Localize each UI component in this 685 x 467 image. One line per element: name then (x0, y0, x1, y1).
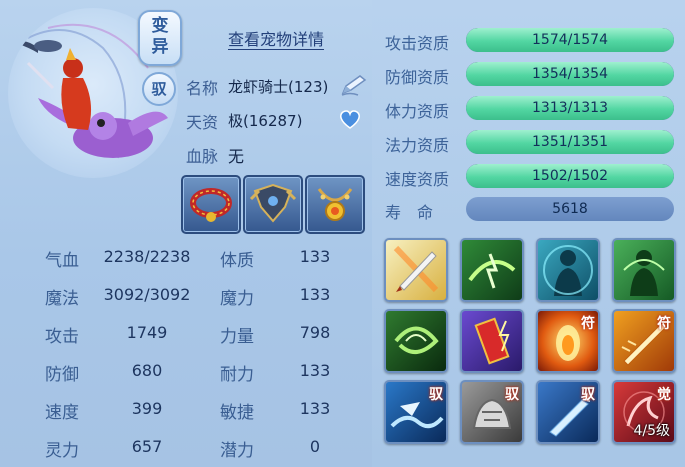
stat-label: 防御 (45, 365, 79, 385)
stat-value: 2238/2238 (103, 247, 191, 266)
bloodline-label: 血脉 (186, 147, 219, 166)
variant-badge: 变异 (138, 10, 182, 66)
pet-name-value: 龙虾骑士(123) (228, 78, 329, 96)
necklace-icon (317, 188, 353, 221)
equip-slot-necklace[interactable] (305, 175, 365, 234)
stat-label: 速度 (45, 403, 79, 423)
stat-label: 攻击 (45, 327, 79, 347)
attr-value: 798 (299, 323, 331, 342)
view-pet-details-link[interactable]: 查看宠物详情 (228, 26, 324, 50)
skill-slot[interactable]: 驭 (536, 380, 600, 444)
skill-slot[interactable]: 驭 (384, 380, 448, 444)
attr-value: 133 (299, 285, 331, 304)
stat-value: 657 (131, 437, 163, 456)
pet-detail-panel: 变异 驭 查看宠物详情 名称 龙虾骑士(123) 天资 极(16287) 血脉 … (0, 0, 685, 467)
quality-bar: 1502/1502 (466, 164, 674, 188)
skill-slot[interactable] (536, 238, 600, 302)
quality-label: 体力资质 (385, 102, 450, 121)
aptitude-label: 天资 (186, 113, 219, 132)
bloodline-value: 无 (228, 147, 245, 166)
attr-value: 0 (309, 437, 321, 456)
aptitude-value: 极(16287) (228, 112, 303, 130)
skill-slot[interactable] (384, 238, 448, 302)
spirit-body-icon (543, 245, 593, 296)
attr-label: 体质 (220, 251, 254, 271)
attr-label: 潜力 (220, 441, 254, 461)
quality-value: 1351/1351 (532, 134, 608, 150)
stat-label: 魔法 (45, 289, 79, 309)
name-label: 名称 (186, 79, 219, 98)
skill-slot[interactable] (460, 309, 524, 373)
attr-value: 133 (299, 399, 331, 418)
stat-value: 399 (131, 399, 163, 418)
skill-slot[interactable] (612, 238, 676, 302)
collar-icon (190, 188, 232, 222)
skill-tag: 觉 (657, 387, 671, 403)
quality-label: 攻击资质 (385, 34, 450, 53)
quality-value: 1354/1354 (532, 66, 608, 82)
heart-icon[interactable] (338, 108, 362, 130)
skill-tag: 符 (657, 316, 671, 332)
lifespan-value: 5618 (466, 197, 674, 221)
skill-tag: 驭 (505, 387, 519, 403)
talisman-charge-icon (474, 317, 510, 365)
quality-value: 1313/1313 (532, 100, 608, 116)
skill-slot[interactable]: 驭 (460, 380, 524, 444)
skill-slot[interactable]: 符 (612, 309, 676, 373)
attr-value: 133 (299, 361, 331, 380)
lifespan-label: 寿 命 (385, 203, 434, 222)
skill-level: 4/5级 (633, 423, 670, 439)
attr-value: 133 (299, 247, 331, 266)
skill-slot[interactable] (384, 309, 448, 373)
wind-vortex-icon (394, 326, 439, 354)
variant-badge-text: 变异 (151, 16, 169, 57)
skill-slot[interactable]: 符 (536, 309, 600, 373)
quality-bar: 1574/1574 (466, 28, 674, 52)
quality-label: 速度资质 (385, 170, 450, 189)
rename-pen-icon[interactable] (340, 74, 368, 96)
quality-label: 法力资质 (385, 136, 450, 155)
sword-slash-icon (393, 245, 439, 293)
quality-bar: 1351/1351 (466, 130, 674, 154)
skill-tag: 驭 (581, 387, 595, 403)
equip-slot-collar[interactable] (181, 175, 241, 234)
quality-value: 1502/1502 (532, 168, 608, 184)
skill-slot[interactable]: 觉 4/5级 (612, 380, 676, 444)
quality-label: 防御资质 (385, 68, 450, 87)
equip-slot-armor[interactable] (243, 175, 303, 234)
quality-bar: 1354/1354 (466, 62, 674, 86)
stat-value: 3092/3092 (103, 285, 191, 304)
attr-label: 力量 (220, 327, 254, 347)
wind-strike-icon (468, 253, 516, 289)
attr-label: 耐力 (220, 365, 254, 385)
armor-icon (249, 183, 297, 223)
quality-bar: 1313/1313 (466, 96, 674, 120)
green-spirit-icon (623, 250, 665, 296)
skill-tag: 符 (581, 316, 595, 332)
tame-badge[interactable]: 驭 (142, 72, 176, 106)
attr-label: 敏捷 (220, 403, 254, 423)
attr-label: 魔力 (220, 289, 254, 309)
stat-label: 灵力 (45, 441, 79, 461)
stat-value: 680 (131, 361, 163, 380)
skill-tag: 驭 (429, 387, 443, 403)
stat-label: 气血 (45, 251, 79, 271)
skill-slot[interactable] (460, 238, 524, 302)
stat-value: 1749 (126, 323, 168, 342)
quality-value: 1574/1574 (532, 32, 608, 48)
